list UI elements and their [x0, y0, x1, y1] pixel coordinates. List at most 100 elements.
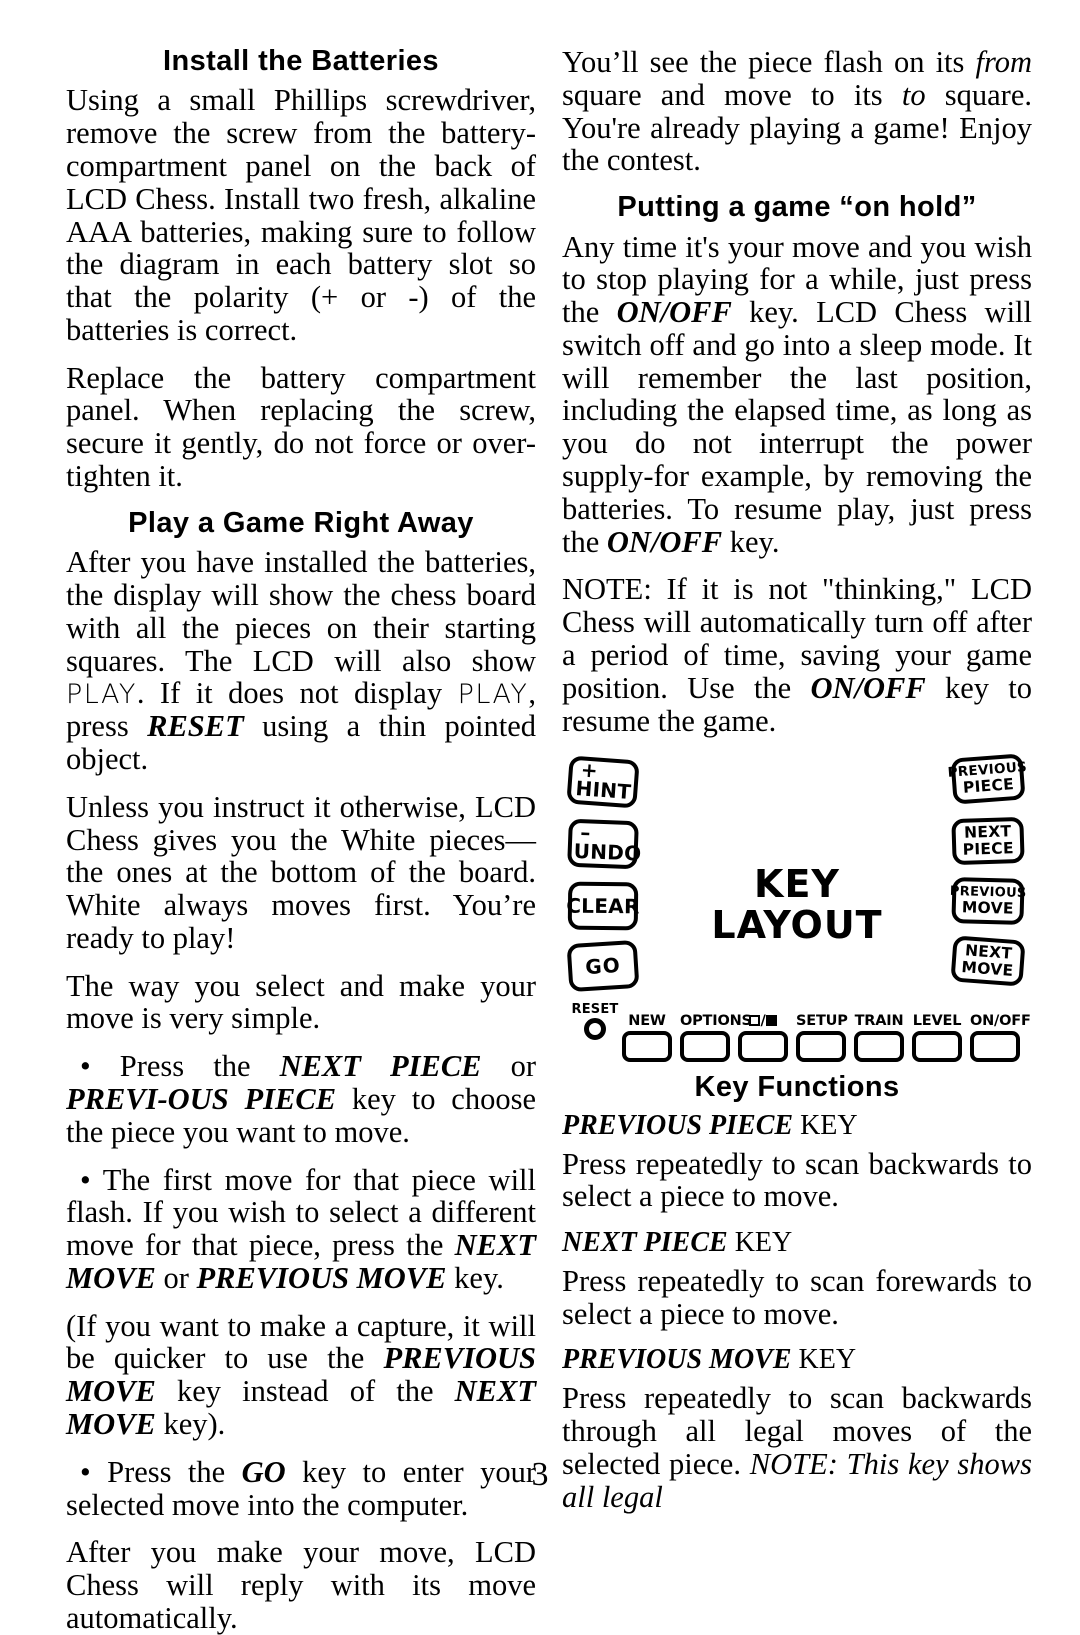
diagram-key-label: GO [584, 953, 622, 980]
diagram-key-label: LEVEL [912, 1013, 962, 1030]
key-name-on-off: ON/OFF [810, 670, 926, 705]
diagram-key-button [854, 1031, 904, 1063]
diagram-key-label-line2: MOVE [960, 958, 1014, 981]
paragraph-text: You’ll see the piece flash on its [562, 45, 976, 79]
diagram-bottom-key-row: RESET NEW OPTIONS / SETUP TRAIN LEVEL ON… [566, 992, 1031, 1063]
diagram-key-train: TRAIN [854, 1013, 904, 1063]
paragraph-install-batteries: Using a small Phillips screwdriver, remo… [66, 84, 536, 346]
paragraph-on-hold: Any time it's your move and you wish to … [562, 230, 1032, 559]
bullet-first-move-flash: • The first move for that piece will fla… [66, 1163, 536, 1295]
black-square-icon [765, 1015, 777, 1027]
paragraph-text: After you make your move, LCD Chess will… [66, 1535, 536, 1635]
diagram-key-button [912, 1031, 962, 1063]
diagram-key-setup: SETUP [796, 1013, 848, 1063]
function-heading-previous-move: PREVIOUS MOVE KEY [562, 1345, 1032, 1376]
key-word: KEY [727, 1227, 793, 1259]
key-layout-diagram: + HINT – UNDO CLEAR GO PREVIOUS PIECE NE… [562, 752, 1032, 1063]
diagram-key-reset: RESET [566, 1002, 624, 1041]
diagram-key-button [680, 1031, 730, 1063]
paragraph-text: key. LCD Chess will switch off and go in… [562, 295, 1032, 559]
paragraph-text: key. [446, 1260, 504, 1295]
diagram-key-label: SETUP [796, 1013, 848, 1030]
key-word: KEY [793, 1109, 858, 1141]
diagram-key-go: GO [566, 940, 640, 993]
diagram-key-level: LEVEL [912, 1013, 962, 1063]
page-number: 3 [531, 1456, 549, 1493]
paragraph-note-auto-off: NOTE: If it is not "thinking," LCD Chess… [562, 573, 1032, 737]
diagram-key-options: OPTIONS [680, 1013, 752, 1063]
paragraph-text: After you have installed the batteries, … [66, 545, 536, 678]
diagram-key-label: HINT [574, 776, 633, 805]
reset-pinhole-icon [584, 1018, 606, 1041]
heading-key-functions: Key Functions [694, 1071, 900, 1104]
key-name: PREVIOUS PIECE [562, 1109, 794, 1141]
function-heading-previous-piece: PREVIOUS PIECE KEY [562, 1109, 1032, 1142]
key-word: KEY [791, 1344, 857, 1376]
lcd-display-text-play: PLAY [66, 679, 137, 711]
diagram-key-label-line2: PIECE [962, 775, 1015, 798]
paragraph-text: Press repeatedly to scan backwards to se… [562, 1146, 1032, 1214]
paragraph-text: key. [722, 524, 780, 559]
paragraph-text: Replace the battery compartment panel. W… [66, 360, 536, 494]
diagram-key-label: OPTIONS [680, 1013, 752, 1030]
key-name-on-off: ON/OFF [616, 295, 732, 330]
paragraph-text: • Press the [80, 1049, 280, 1084]
paragraph-computer-replies: After you make your move, LCD Chess will… [66, 1536, 536, 1634]
paragraph-replace-panel: Replace the battery compartment panel. W… [66, 360, 536, 494]
heading-install-the-batteries: Install the Batteries [163, 45, 439, 77]
key-name: NEXT PIECE [562, 1227, 728, 1259]
paragraph-text: square and move to its [562, 77, 902, 112]
paragraph-text: or [155, 1260, 197, 1295]
heading-putting-a-game-on-hold: Putting a game “on hold” [617, 191, 977, 224]
emphasis-to: to [901, 77, 926, 112]
heading-play-a-game-right-away: Play a Game Right Away [128, 506, 474, 539]
diagram-key-next-piece: NEXT PIECE [951, 817, 1025, 866]
white-black-square-icon: / [738, 1013, 788, 1029]
diagram-key-label: UNDO [573, 839, 642, 866]
diagram-title-line1: KEY [754, 862, 840, 907]
diagram-key-label: TRAIN [854, 1013, 904, 1030]
paragraph-capture-tip: (If you want to make a capture, it will … [66, 1309, 536, 1441]
paragraph-white-pieces: Unless you instruct it otherwise, LCD Ch… [66, 789, 536, 955]
diagram-key-on-off: ON/OFF [970, 1013, 1031, 1063]
diagram-key-new: NEW [622, 1013, 672, 1063]
diagram-key-label: RESET [571, 1002, 619, 1018]
two-column-layout: Install the Batteries Using a small Phil… [66, 46, 1032, 1635]
left-column: Install the Batteries Using a small Phil… [66, 46, 536, 1635]
emphasis-from: from [975, 45, 1033, 79]
bullet-press-next-previous-piece: • Press the NEXT PIECE or PREVI-OUS PIEC… [66, 1050, 536, 1148]
key-name-previous-move: PREVIOUS MOVE [196, 1260, 447, 1295]
paragraph-text: or [481, 1049, 536, 1084]
lcd-display-text-play: PLAY [457, 679, 529, 711]
right-column: You’ll see the piece flash on its from s… [562, 46, 1032, 1513]
function-text-previous-piece: Press repeatedly to scan backwards to se… [562, 1146, 1032, 1214]
diagram-key-undo: – UNDO [567, 818, 642, 870]
diagram-bottom-keys: NEW OPTIONS / SETUP TRAIN LEVEL ON/OFF [622, 1013, 1031, 1063]
paragraph-text: Using a small Phillips screwdriver, remo… [66, 83, 536, 347]
key-name-previous-piece: PREVI-OUS PIECE [66, 1081, 337, 1116]
diagram-key-button [796, 1031, 846, 1063]
paragraph-text: Unless you instruct it otherwise, LCD Ch… [66, 789, 536, 955]
diagram-key-label-line2: PIECE [962, 839, 1015, 860]
white-square-icon [749, 1015, 761, 1027]
paragraph-piece-flash: You’ll see the piece flash on its from s… [562, 46, 1032, 177]
paragraph-text: . If it does not display [136, 676, 458, 711]
paragraph-text: key). [155, 1407, 226, 1441]
key-name: PREVIOUS MOVE [562, 1344, 792, 1376]
diagram-key-previous-piece: PREVIOUS PIECE [947, 753, 1028, 805]
paragraph-select-move-simple: The way you select and make your move is… [66, 968, 536, 1036]
paragraph-play-game: After you have installed the batteries, … [66, 546, 536, 775]
diagram-key-button [970, 1031, 1020, 1063]
key-name-on-off: ON/OFF [606, 524, 723, 559]
diagram-key-hint: + HINT [566, 755, 640, 809]
diagram-key-button [622, 1031, 672, 1063]
paragraph-text: key instead of the [155, 1374, 455, 1409]
diagram-key-label: NEW [628, 1013, 666, 1030]
diagram-title: KEY LAYOUT [562, 864, 1032, 945]
paragraph-text: The way you select and make your move is… [66, 968, 536, 1036]
key-name-next-piece: NEXT PIECE [279, 1049, 482, 1084]
key-name-reset: RESET [147, 709, 244, 744]
diagram-key-button [738, 1031, 788, 1063]
function-text-next-piece: Press repeatedly to scan forewards to se… [562, 1265, 1032, 1331]
diagram-title-line2: LAYOUT [711, 902, 883, 947]
